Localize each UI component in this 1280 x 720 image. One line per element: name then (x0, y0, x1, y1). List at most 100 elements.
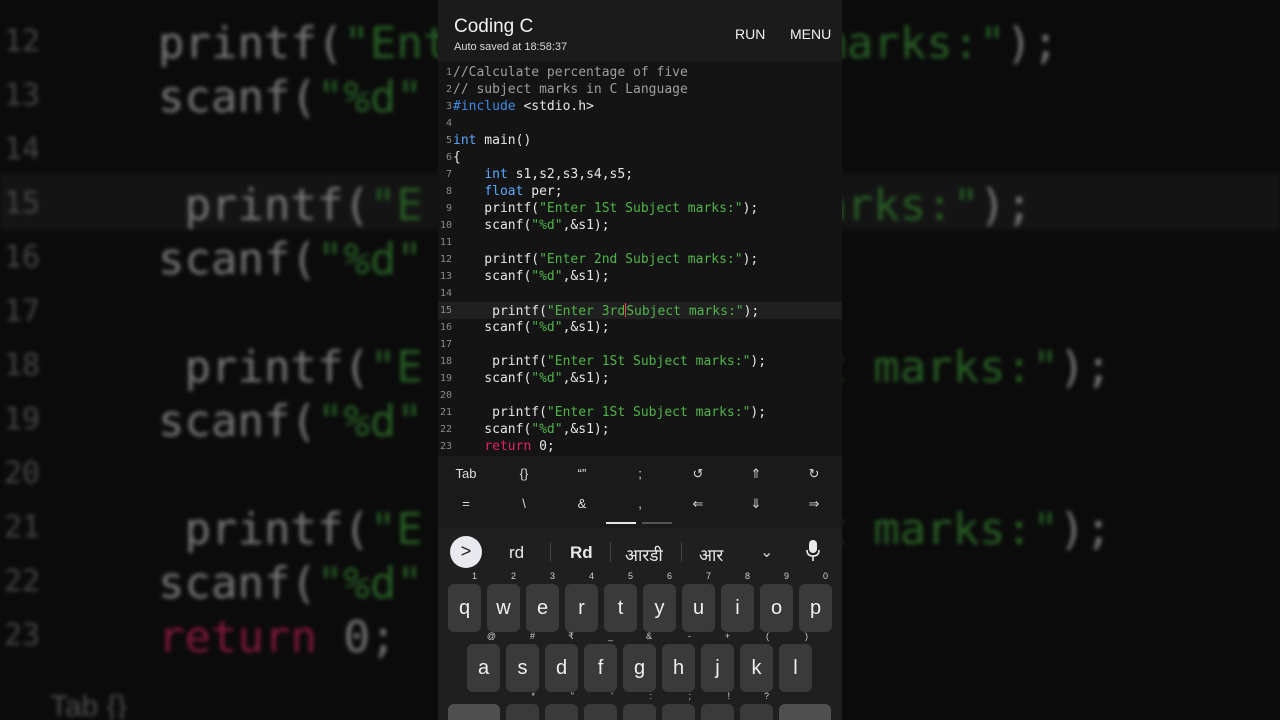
ampersand-key[interactable]: & (562, 496, 602, 511)
redo-icon[interactable]: ↻ (794, 466, 834, 482)
code-line[interactable]: 22 scanf("%d",&s1); (438, 421, 842, 438)
key-f[interactable]: f _ (584, 631, 617, 692)
chevron-down-icon[interactable]: ⌄ (760, 542, 773, 562)
expand-suggestions-icon[interactable]: > (450, 536, 482, 568)
background-line-number: 21 (4, 510, 41, 545)
code-line[interactable]: 18 printf("Enter 1St Subject marks:"); (438, 353, 842, 370)
code-line[interactable]: 12 printf("Enter 2nd Subject marks:"); (438, 251, 842, 268)
key-hint: 1 (471, 571, 477, 581)
line-number: 4 (445, 118, 452, 129)
key-hint: 8 (744, 571, 750, 581)
suggestion-2[interactable]: Rd (570, 543, 593, 563)
code-line[interactable]: 16 scanf("%d",&s1); (438, 319, 842, 336)
key-t[interactable]: t5 (604, 571, 637, 632)
key-symbol[interactable]: ? (740, 691, 773, 720)
suggestion-4[interactable]: आर (699, 543, 723, 566)
key-e[interactable]: e3 (526, 571, 559, 632)
code-editor[interactable]: 1//Calculate percentage of five 2// subje… (438, 62, 842, 456)
key-symbol[interactable]: ! (701, 691, 734, 720)
code-line[interactable]: 11 (438, 234, 842, 251)
key-hint: 0 (822, 571, 828, 581)
key-k[interactable]: k( (740, 631, 773, 692)
key-o[interactable]: o9 (760, 571, 793, 632)
equals-key[interactable]: = (446, 496, 486, 511)
braces-key[interactable]: {} (504, 466, 544, 481)
code-line[interactable]: 10 scanf("%d",&s1); (438, 217, 842, 234)
key-j[interactable]: j + (701, 631, 734, 692)
key-hint: 9 (783, 571, 789, 581)
line-number: 1 (445, 67, 452, 78)
suggestion-3[interactable]: आरडी (625, 543, 663, 566)
suggestion-1[interactable]: rd (509, 543, 524, 563)
background-line-number: 22 (4, 564, 41, 599)
code-text: float per; (484, 184, 563, 199)
semicolon-key[interactable]: ; (620, 466, 660, 481)
tab-key[interactable]: Tab (446, 466, 486, 481)
undo-icon[interactable]: ↺ (678, 466, 718, 482)
key-y[interactable]: y6 (643, 571, 676, 632)
symbol-toolbar: Tab {} “”; ↺ ⇑ ↻ = \ &, ⇐ ⇓ ⇒ (438, 456, 842, 528)
code-line[interactable]: 5 int main() (438, 132, 842, 149)
key-hint: - (688, 631, 691, 641)
key-hint: 7 (705, 571, 711, 581)
key-d[interactable]: d ₹ (545, 631, 578, 692)
key-symbol[interactable]: ; (662, 691, 695, 720)
key-a[interactable]: a @ (467, 631, 500, 692)
shift-key[interactable] (448, 704, 500, 720)
comma-key[interactable]: , (620, 496, 660, 511)
code-line[interactable]: 17 (438, 336, 842, 353)
key-q[interactable]: q1 (448, 571, 481, 632)
key-symbol[interactable]: * (506, 691, 539, 720)
key-u[interactable]: u7 (682, 571, 715, 632)
arrow-left-icon[interactable]: ⇐ (678, 496, 718, 512)
key-symbol[interactable]: " (545, 691, 578, 720)
code-text: scanf("%d",&s1); (453, 269, 610, 284)
code-line[interactable]: 15 printf("Enter 3rdSubject marks:"); (438, 302, 842, 319)
menu-button[interactable]: MENU (790, 26, 831, 42)
key-hint: 4 (588, 571, 594, 581)
background-line-number: 14 (4, 132, 41, 167)
code-line[interactable]: 2// subject marks in C Language (438, 81, 842, 98)
code-line[interactable]: 9 printf("Enter 1St Subject marks:"); (438, 200, 842, 217)
code-text: { (453, 150, 461, 165)
line-number: 23 (439, 441, 452, 452)
code-line[interactable]: 6{ (438, 149, 842, 166)
arrow-right-icon[interactable]: ⇒ (794, 496, 834, 512)
key-symbol[interactable]: : (623, 691, 656, 720)
arrow-up-icon[interactable]: ⇑ (736, 466, 776, 482)
quotes-key[interactable]: “” (562, 466, 602, 481)
key-symbol[interactable]: ' (584, 691, 617, 720)
line-number: 13 (439, 271, 452, 282)
background-line-number: 17 (4, 294, 41, 329)
code-text: return 0; (484, 439, 555, 454)
key-i[interactable]: i8 (721, 571, 754, 632)
code-line[interactable]: 8 float per; (438, 183, 842, 200)
key-g[interactable]: g & (623, 631, 656, 692)
run-button[interactable]: RUN (735, 26, 765, 42)
key-w[interactable]: w2 (487, 571, 520, 632)
code-line[interactable]: 21 printf("Enter 1St Subject marks:"); (438, 404, 842, 421)
key-h[interactable]: h- (662, 631, 695, 692)
code-line[interactable]: 13 scanf("%d",&s1); (438, 268, 842, 285)
code-line[interactable]: 19 scanf("%d",&s1); (438, 370, 842, 387)
app-bar: Coding C Auto saved at 18:58:37 RUN MENU (438, 0, 842, 62)
code-line[interactable]: 20 (438, 387, 842, 404)
background-code-text: scanf("%d" (158, 234, 423, 285)
key-r[interactable]: r4 (565, 571, 598, 632)
line-number: 10 (439, 220, 452, 231)
code-line[interactable]: 3 #include <stdio.h> (438, 98, 842, 115)
backslash-key[interactable]: \ (504, 496, 544, 511)
key-s[interactable]: s # (506, 631, 539, 692)
key-p[interactable]: p0 (799, 571, 832, 632)
arrow-down-icon[interactable]: ⇓ (736, 496, 776, 512)
code-line[interactable]: 4 (438, 115, 842, 132)
line-number: 12 (439, 254, 452, 265)
key-l[interactable]: l) (779, 631, 812, 692)
code-line[interactable]: 7 int s1,s2,s3,s4,s5; (438, 166, 842, 183)
backspace-key[interactable] (779, 704, 831, 720)
code-line[interactable]: 23 return 0; (438, 438, 842, 455)
microphone-icon[interactable] (806, 540, 820, 562)
code-line[interactable]: 1//Calculate percentage of five (438, 64, 842, 81)
code-text: #include <stdio.h> (453, 99, 594, 114)
code-line[interactable]: 14 (438, 285, 842, 302)
